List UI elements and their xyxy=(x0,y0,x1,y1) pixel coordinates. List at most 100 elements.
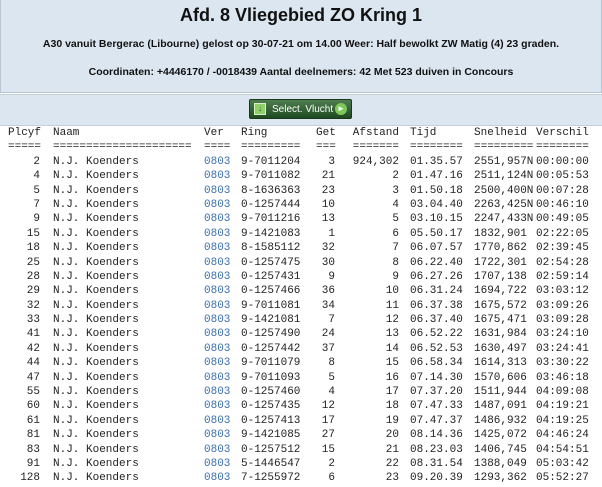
table-row: 2 N.J. Koenders 0803 9-7011204 3 924,302 01.35… xyxy=(0,156,602,170)
toolbar: ↓ Select. Vlucht ► xyxy=(0,94,602,126)
cell-ver[interactable]: 0803 xyxy=(204,257,230,269)
cell-ver[interactable]: 0803 xyxy=(204,400,230,412)
cell-snelheid: 1486,932 xyxy=(474,414,527,427)
cell-naam: N.J. Koenders xyxy=(53,170,139,183)
cell-ver[interactable]: 0803 xyxy=(204,285,230,297)
select-flight-label: Select. Vlucht xyxy=(272,104,334,115)
cell-tijd: 09.20.39 xyxy=(410,472,463,485)
cell-ver[interactable]: 0803 xyxy=(204,415,230,427)
cell-naam: N.J. Koenders xyxy=(53,414,139,427)
cell-ver[interactable]: 0803 xyxy=(204,170,230,182)
separator: ========= xyxy=(241,141,301,154)
cell-ver[interactable]: 0803 xyxy=(204,300,230,312)
cell-ring: 0-1257444 xyxy=(241,198,301,211)
cell-verschil: 03:24:41 xyxy=(536,342,589,355)
download-icon: ↓ xyxy=(254,103,266,115)
cell-snelheid: 1406,745 xyxy=(474,443,527,456)
cell-ver[interactable]: 0803 xyxy=(204,429,230,441)
cell-tijd: 07.47.37 xyxy=(410,414,463,427)
cell-ver[interactable]: 0803 xyxy=(204,185,230,197)
select-flight-button[interactable]: ↓ Select. Vlucht ► xyxy=(249,99,352,119)
cell-plcyf: 55 xyxy=(26,386,40,399)
cell-ver[interactable]: 0803 xyxy=(204,357,230,369)
cell-ver[interactable]: 0803 xyxy=(204,271,230,283)
cell-get: 21 xyxy=(321,170,335,183)
cell-get: 13 xyxy=(321,213,335,226)
cell-snelheid: 1425,072 xyxy=(474,429,527,442)
cell-afstand: 10 xyxy=(385,285,399,298)
cell-verschil: 04:54:51 xyxy=(536,443,589,456)
cell-ring: 9-7011082 xyxy=(241,170,301,183)
table-row: 9 N.J. Koenders 0803 9-7011216 13 5 03.10.15 22… xyxy=(0,213,602,227)
cell-afstand: 6 xyxy=(392,227,399,240)
cell-ring: 9-1421081 xyxy=(241,314,301,327)
cell-ver[interactable]: 0803 xyxy=(204,213,230,225)
cell-tijd: 06.37.38 xyxy=(410,299,463,312)
cell-plcyf: 18 xyxy=(26,242,40,255)
coordinates-info: Coordinaten: +4446170 / -0018439 Aantal … xyxy=(88,66,514,78)
cell-verschil: 04:19:21 xyxy=(536,400,589,413)
results-table: Plcyf Naam Ver Ring Get Afstand Tijd Sne… xyxy=(0,127,602,487)
cell-ver[interactable]: 0803 xyxy=(204,314,230,326)
cell-ver[interactable]: 0803 xyxy=(204,343,230,355)
table-row: 33 N.J. Koenders 0803 9-1421081 7 12 06.37.40 1… xyxy=(0,314,602,328)
cell-naam: N.J. Koenders xyxy=(53,371,139,384)
cell-ring: 0-1257460 xyxy=(241,386,301,399)
cell-get: 4 xyxy=(328,386,335,399)
cell-snelheid: 2247,433N xyxy=(474,213,534,226)
cell-snelheid: 1293,362 xyxy=(474,472,527,485)
cell-tijd: 05.50.17 xyxy=(410,227,463,240)
cell-tijd: 06.31.24 xyxy=(410,285,463,298)
cell-plcyf: 25 xyxy=(26,256,40,269)
cell-plcyf: 7 xyxy=(33,198,40,211)
cell-ver[interactable]: 0803 xyxy=(204,372,230,384)
cell-plcyf: 81 xyxy=(26,429,40,442)
cell-ver[interactable]: 0803 xyxy=(204,386,230,398)
cell-snelheid: 2511,124N xyxy=(474,170,534,183)
table-row: 83 N.J. Koenders 0803 0-1257512 15 21 08.23.03… xyxy=(0,444,602,458)
cell-verschil: 02:22:05 xyxy=(536,227,589,240)
cell-afstand: 13 xyxy=(385,328,399,341)
separator: ===================== xyxy=(53,141,192,154)
table-row: 5 N.J. Koenders 0803 8-1636363 23 3 01.50.18 25… xyxy=(0,185,602,199)
cell-tijd: 06.37.40 xyxy=(410,314,463,327)
cell-ver[interactable]: 0803 xyxy=(204,199,230,211)
cell-verschil: 02:39:45 xyxy=(536,242,589,255)
table-row: 91 N.J. Koenders 0803 5-1446547 2 22 08.31.54 1… xyxy=(0,458,602,472)
cell-tijd: 08.23.03 xyxy=(410,443,463,456)
col-header-afstand: Afstand xyxy=(352,127,399,139)
cell-tijd: 06.07.57 xyxy=(410,242,463,255)
cell-ring: 0-1257466 xyxy=(241,285,301,298)
cell-afstand: 14 xyxy=(385,342,399,355)
cell-ring: 8-1585112 xyxy=(241,242,301,255)
table-row: 44 N.J. Koenders 0803 9-7011079 8 15 06.58.34 1… xyxy=(0,357,602,371)
col-header-tijd: Tijd xyxy=(410,127,437,139)
cell-verschil: 00:00:00 xyxy=(536,155,589,168)
cell-get: 3 xyxy=(328,155,335,168)
cell-plcyf: 61 xyxy=(26,414,40,427)
cell-snelheid: 1388,049 xyxy=(474,457,527,470)
table-row: 25 N.J. Koenders 0803 0-1257475 30 8 06.22.40 1… xyxy=(0,257,602,271)
cell-afstand: 2 xyxy=(392,170,399,183)
cell-ver[interactable]: 0803 xyxy=(204,444,230,456)
cell-ver[interactable]: 0803 xyxy=(204,458,230,470)
cell-verschil: 00:05:53 xyxy=(536,170,589,183)
cell-tijd: 01.35.57 xyxy=(410,155,463,168)
table-row: 81 N.J. Koenders 0803 9-1421085 27 20 08.14.36… xyxy=(0,429,602,443)
cell-get: 6 xyxy=(328,472,335,485)
cell-get: 17 xyxy=(321,414,335,427)
cell-ver[interactable]: 0803 xyxy=(204,242,230,254)
cell-ver[interactable]: 0803 xyxy=(204,156,230,168)
cell-tijd: 01.47.16 xyxy=(410,170,463,183)
cell-naam: N.J. Koenders xyxy=(53,270,139,283)
cell-snelheid: 1675,471 xyxy=(474,314,527,327)
cell-ring: 0-1257413 xyxy=(241,414,301,427)
cell-ver[interactable]: 0803 xyxy=(204,472,230,484)
cell-tijd: 07.47.33 xyxy=(410,400,463,413)
cell-ver[interactable]: 0803 xyxy=(204,228,230,240)
cell-ver[interactable]: 0803 xyxy=(204,328,230,340)
cell-get: 27 xyxy=(321,429,335,442)
cell-snelheid: 1832,901 xyxy=(474,227,527,240)
cell-snelheid: 1614,313 xyxy=(474,357,527,370)
cell-naam: N.J. Koenders xyxy=(53,429,139,442)
